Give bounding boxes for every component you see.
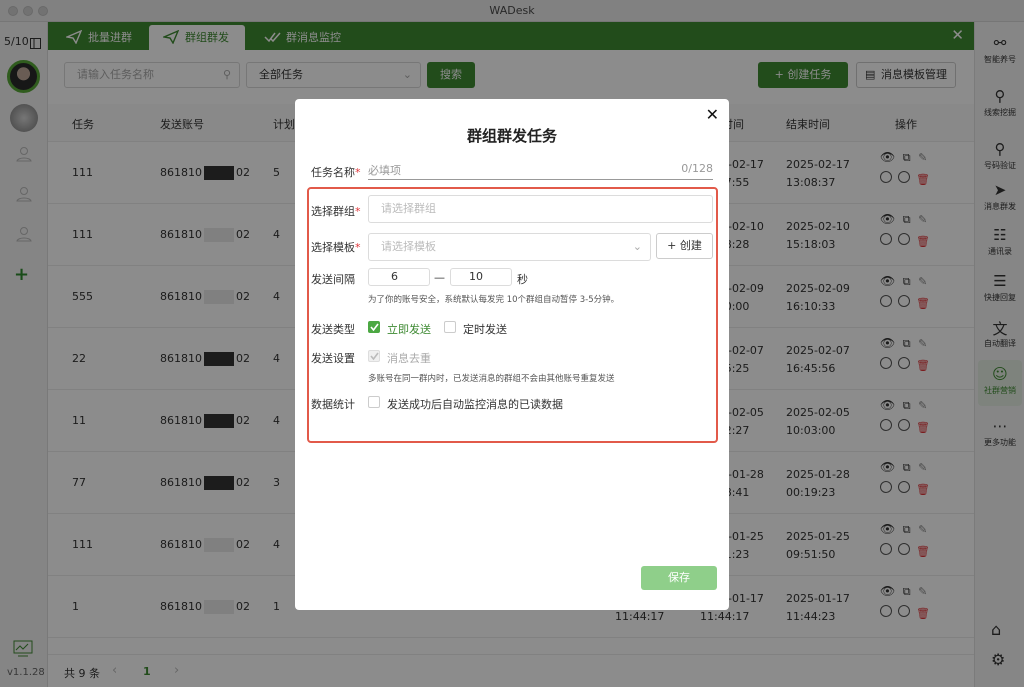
check-icon [370,352,379,361]
close-icon[interactable]: ✕ [706,105,719,124]
check-icon [370,323,379,332]
label-text: 任务名称 [311,166,355,179]
read-stats-label: 发送成功后自动监控消息的已读数据 [387,398,563,411]
char-counter: 0/128 [681,162,713,175]
template-select[interactable]: 请选择模板 ⌄ [368,233,651,261]
send-setting-label: 发送设置 [311,352,355,365]
task-name-placeholder: 必填项 [368,164,401,177]
chevron-down-icon: ⌄ [632,240,642,253]
interval-note: 为了你的账号安全，系统默认每发完 10个群组自动暂停 3-5分钟。 [368,295,620,305]
stats-label: 数据统计 [311,398,355,411]
create-template-button[interactable]: + 创建 [656,233,713,259]
group-select[interactable]: 请选择群组 [368,195,713,223]
group-label: 选择群组* [311,203,361,219]
immediate-send-label: 立即发送 [387,323,431,336]
scheduled-send-checkbox[interactable] [444,321,456,333]
interval-max-input[interactable]: 10 [450,268,512,286]
template-label: 选择模板* [311,239,361,255]
dedup-checkbox[interactable] [368,350,380,362]
dedup-label: 消息去重 [387,352,431,365]
send-type-label: 发送类型 [311,323,355,336]
label-text: 选择模板 [311,241,355,254]
interval-min-input[interactable]: 6 [368,268,430,286]
task-name-input[interactable]: 必填项 0/128 [368,162,713,180]
interval-unit: 秒 [517,273,528,286]
task-name-label: 任务名称* [311,164,361,180]
dialog-title: 群组群发任务 [466,127,557,145]
group-broadcast-dialog: ✕ 群组群发任务 任务名称* 必填项 0/128 选择群组* 请选择群组 选择模… [295,99,729,610]
save-button[interactable]: 保存 [641,566,717,590]
required-mark: * [355,205,361,218]
read-stats-checkbox[interactable] [368,396,380,408]
scheduled-send-label: 定时发送 [463,323,507,336]
interval-label: 发送间隔 [311,273,355,286]
interval-dash: — [434,271,445,284]
dedup-note: 多账号在同一群内时，已发送消息的群组不会由其他账号重复发送 [368,374,615,384]
label-text: 选择群组 [311,205,355,218]
required-mark: * [355,166,361,179]
immediate-send-checkbox[interactable] [368,321,380,333]
required-mark: * [355,241,361,254]
template-placeholder: 请选择模板 [381,240,436,253]
